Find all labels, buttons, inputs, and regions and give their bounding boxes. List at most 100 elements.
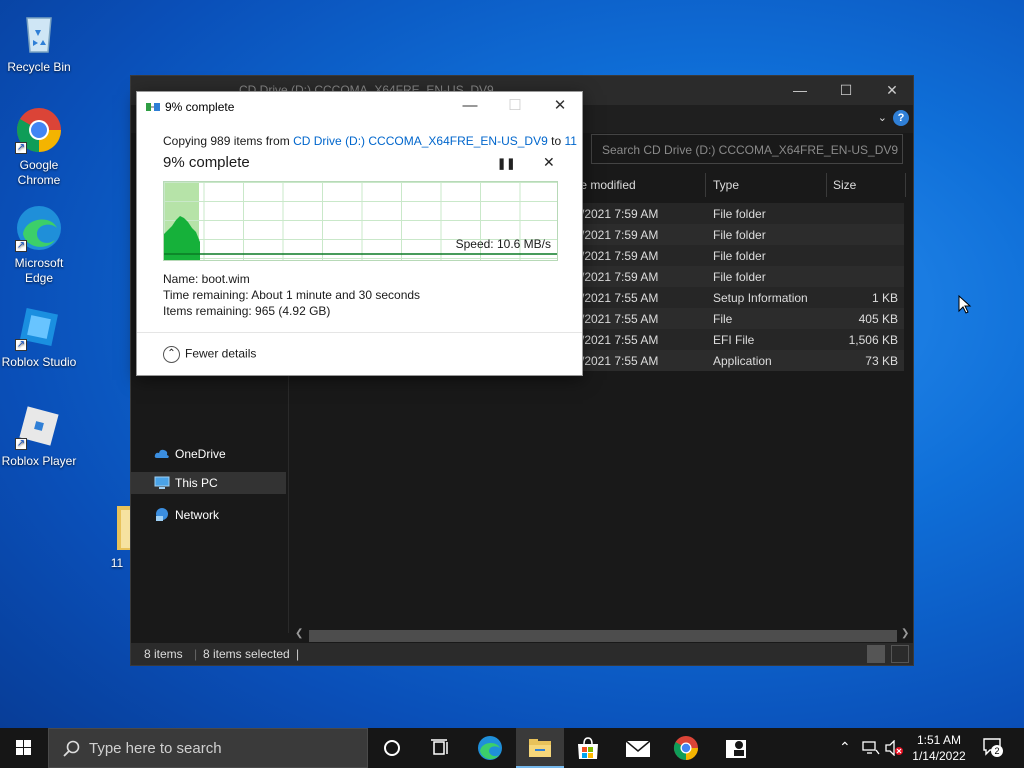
large-icons-view-button[interactable] <box>891 645 909 663</box>
roblox-studio-icon: ↗ <box>15 303 63 351</box>
dialog-minimize-button[interactable]: — <box>447 92 493 120</box>
roblox-player-icon: ↗ <box>15 402 63 450</box>
details-view-button[interactable] <box>867 645 885 663</box>
nav-item-this-pc[interactable]: This PC <box>131 472 286 494</box>
minimize-button[interactable]: — <box>777 76 823 105</box>
scroll-left-icon[interactable]: ❮ <box>295 628 303 639</box>
taskbar-people-app[interactable] <box>712 728 760 768</box>
horizontal-scrollbar[interactable]: ❮ ❯ <box>293 628 913 642</box>
cell-type: File folder <box>713 228 766 242</box>
cell-date: /2021 7:55 AM <box>581 354 659 368</box>
recycle-bin-icon <box>15 8 63 56</box>
desktop-icon-label: Roblox Player <box>1 454 77 468</box>
mail-icon <box>625 740 651 757</box>
clock-date: 1/14/2022 <box>912 749 966 763</box>
taskbar: Type here to search ⌃ 1:51 AM 1/14/2022 … <box>0 728 1024 768</box>
column-header-type[interactable]: Type <box>713 178 739 192</box>
cortana-icon <box>384 740 400 756</box>
nav-item-onedrive[interactable]: OneDrive <box>131 443 286 465</box>
computer-icon <box>154 476 170 489</box>
pause-button[interactable]: ❚❚ <box>497 157 515 170</box>
items-remaining: Items remaining: 965 (4.92 GB) <box>163 304 331 318</box>
cortana-button[interactable] <box>368 728 416 768</box>
desktop-icon-label: Google Chrome <box>17 158 61 187</box>
file-explorer-icon <box>529 739 551 757</box>
selected-count: 8 items selected <box>203 647 290 661</box>
help-icon[interactable]: ? <box>893 110 909 126</box>
desktop-icon-microsoft-edge[interactable]: ↗ Microsoft Edge <box>0 204 78 286</box>
cell-date: /2021 7:59 AM <box>581 228 659 242</box>
copying-summary: Copying 989 items from CD Drive (D:) CCC… <box>163 134 577 148</box>
transfer-details: Name: boot.wim Time remaining: About 1 m… <box>163 271 420 319</box>
dialog-divider <box>137 332 582 333</box>
cell-date: /2021 7:59 AM <box>581 249 659 263</box>
taskbar-search-box[interactable]: Type here to search <box>48 728 368 768</box>
desktop-icon-label: Roblox Studio <box>1 355 77 369</box>
system-clock[interactable]: 1:51 AM 1/14/2022 <box>900 732 978 764</box>
column-header-date-modified[interactable]: te modified <box>577 178 636 192</box>
close-button[interactable]: ✕ <box>869 76 915 105</box>
column-separator[interactable] <box>905 173 906 197</box>
desktop-icon-google-chrome[interactable]: ↗ Google Chrome <box>0 106 78 188</box>
dialog-maximize-button: ☐ <box>508 97 522 114</box>
taskbar-edge[interactable] <box>466 728 514 768</box>
maximize-button[interactable]: ☐ <box>823 76 869 105</box>
column-separator[interactable] <box>705 173 706 197</box>
show-hidden-icons-button[interactable]: ⌃ <box>839 739 851 756</box>
nav-item-network[interactable]: Network <box>131 504 286 526</box>
explorer-search-input[interactable]: Search CD Drive (D:) CCCOMA_X64FRE_EN-US… <box>591 134 903 164</box>
desktop-icon-label: Recycle Bin <box>7 60 71 74</box>
dialog-close-button[interactable]: ✕ <box>537 92 583 120</box>
cell-type: EFI File <box>713 333 755 347</box>
copy-files-icon <box>146 103 160 111</box>
column-header-size[interactable]: Size <box>833 178 856 192</box>
cell-type: File folder <box>713 207 766 221</box>
taskbar-mail[interactable] <box>614 728 662 768</box>
file-name: Name: boot.wim <box>163 272 250 286</box>
search-icon <box>63 740 80 757</box>
chevron-down-icon[interactable]: ⌄ <box>878 111 887 124</box>
cell-type: Application <box>713 354 772 368</box>
shortcut-arrow-icon: ↗ <box>15 240 27 252</box>
chrome-icon <box>673 736 698 760</box>
edge-icon <box>478 736 502 760</box>
task-view-button[interactable] <box>416 728 464 768</box>
status-bar: 8 items | 8 items selected | <box>131 643 913 665</box>
desktop-icon-recycle-bin[interactable]: Recycle Bin <box>0 8 78 74</box>
cell-date: /2021 7:55 AM <box>581 291 659 305</box>
notification-badge: 2 <box>991 745 1003 757</box>
network-status-icon[interactable] <box>862 740 880 756</box>
chevron-up-icon: ⌃ <box>163 346 180 363</box>
desktop-icon-roblox-studio[interactable]: ↗ Roblox Studio <box>0 303 78 369</box>
windows-logo-icon <box>16 740 31 755</box>
nav-item-label: This PC <box>175 476 218 490</box>
source-link[interactable]: CD Drive (D:) CCCOMA_X64FRE_EN-US_DV9 <box>293 134 548 148</box>
people-icon <box>726 740 746 758</box>
scrollbar-thumb[interactable] <box>309 630 897 642</box>
desktop-icon-label: Microsoft Edge <box>14 256 64 285</box>
fewer-details-button[interactable]: ⌃ Fewer details <box>163 346 256 363</box>
cell-type: File folder <box>713 249 766 263</box>
scroll-right-icon[interactable]: ❯ <box>901 628 909 639</box>
cell-size: 405 KB <box>858 312 898 326</box>
search-placeholder: Type here to search <box>89 740 222 757</box>
percent-complete-label: 9% complete <box>163 154 250 171</box>
onedrive-icon <box>154 449 169 458</box>
action-center-button[interactable]: 2 <box>982 737 1006 759</box>
chrome-icon: ↗ <box>15 106 63 154</box>
destination-link[interactable]: 11 <box>564 134 576 148</box>
network-icon <box>156 508 168 521</box>
shortcut-arrow-icon: ↗ <box>15 339 27 351</box>
column-separator[interactable] <box>826 173 827 197</box>
cell-date: /2021 7:55 AM <box>581 333 659 347</box>
desktop-icon-roblox-player[interactable]: ↗ Roblox Player <box>0 402 78 468</box>
start-button[interactable] <box>0 728 48 768</box>
taskbar-file-explorer[interactable] <box>516 728 564 768</box>
cell-date: /2021 7:59 AM <box>581 270 659 284</box>
nav-item-label: Network <box>175 508 220 522</box>
taskbar-chrome[interactable] <box>662 728 710 768</box>
cancel-button[interactable]: ✕ <box>543 154 555 171</box>
mouse-cursor-icon <box>958 295 972 314</box>
taskbar-microsoft-store[interactable] <box>564 728 612 768</box>
cell-type: Setup Information <box>713 291 808 305</box>
